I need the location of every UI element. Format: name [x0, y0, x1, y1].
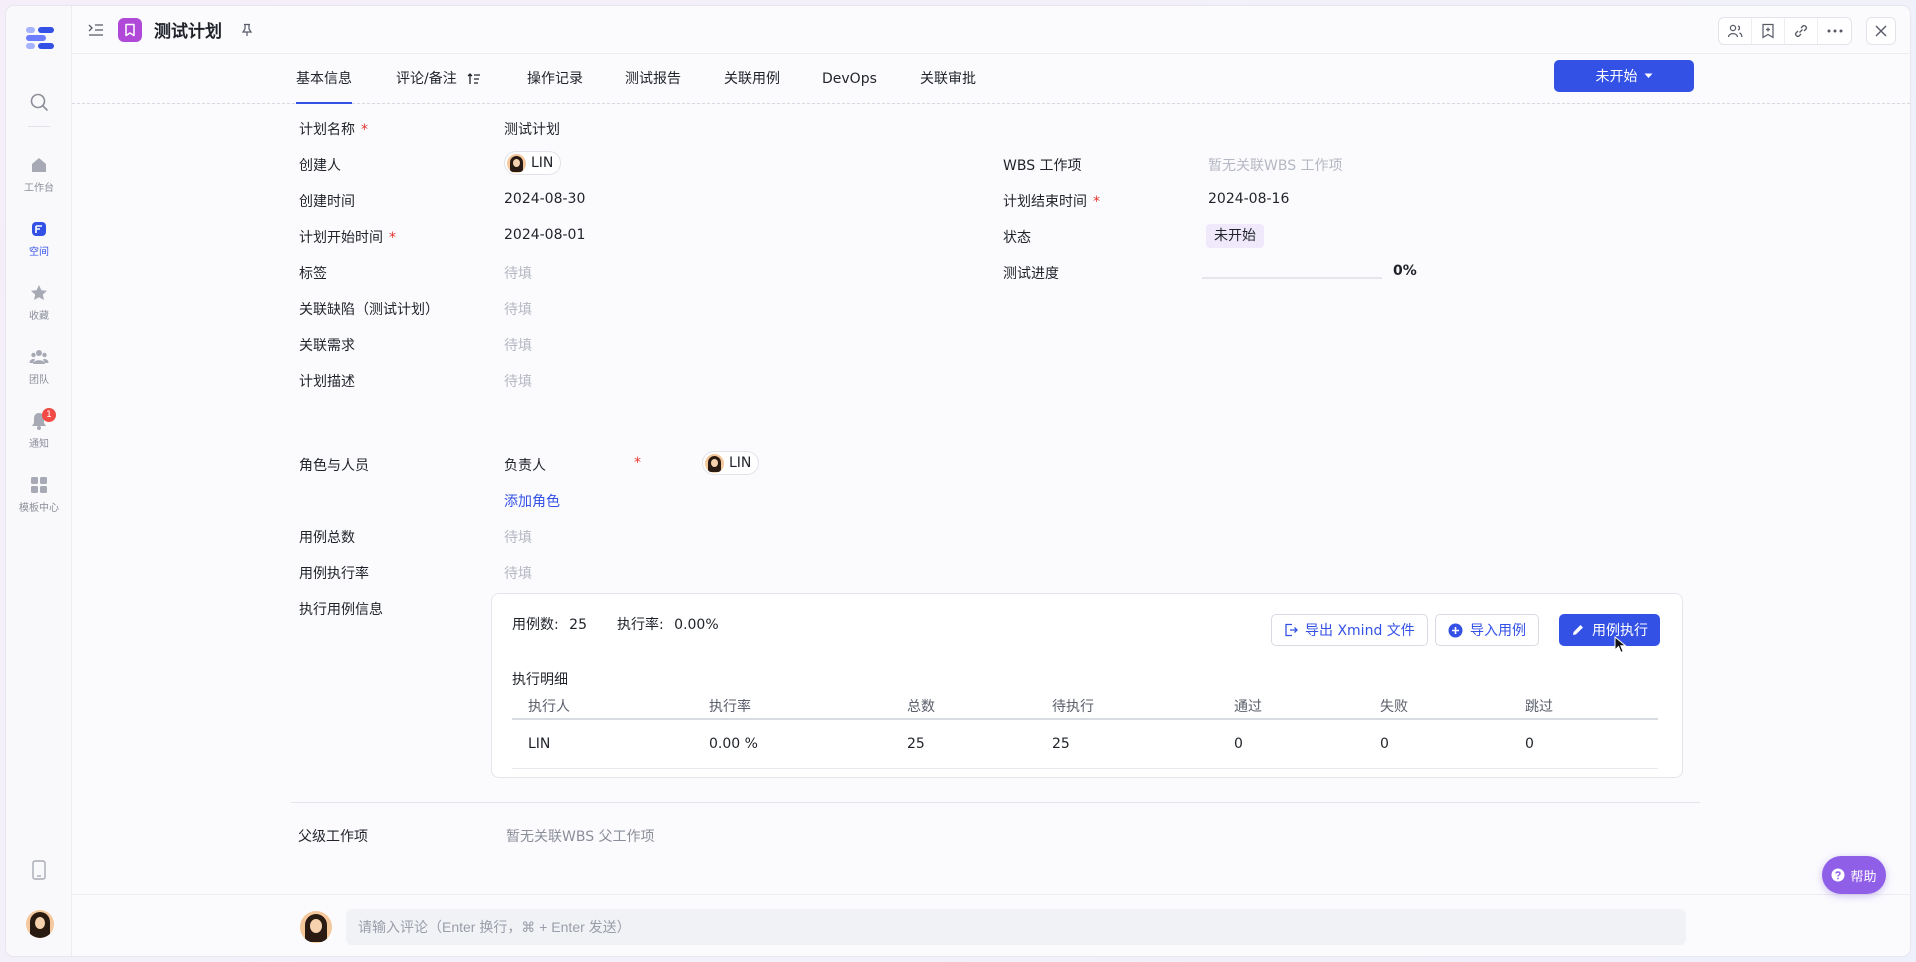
created-time-value: 2024-08-30 [504, 191, 586, 207]
parent-field[interactable]: 暂无关联WBS 父工作项 [506, 826, 655, 846]
field-label-creator: 创建人 [299, 158, 341, 174]
end-time-value[interactable]: 2024-08-16 [1208, 191, 1289, 207]
creator-chip[interactable]: LIN [504, 151, 562, 175]
plus-circle-icon [1448, 623, 1463, 637]
table-cell: LIN [528, 736, 551, 752]
export-icon [1285, 623, 1298, 637]
table-cell: 25 [1052, 736, 1070, 752]
import-cases-button[interactable]: 导入用例 [1435, 614, 1539, 646]
execution-info-card: 用例数: 25 执行率: 0.00% 导出 Xmind 文件 导入用例 用例执行… [491, 593, 1683, 778]
add-role-link[interactable]: 添加角色 [504, 491, 560, 511]
question-circle-icon [1831, 868, 1845, 882]
required-mark: * [634, 455, 641, 471]
wbs-field[interactable]: 暂无关联WBS 工作项 [1208, 155, 1343, 175]
section-divider [291, 802, 1700, 803]
field-label-end-time: 计划结束时间 * [1003, 194, 1100, 210]
field-label-progress: 测试进度 [1003, 266, 1059, 282]
avatar [300, 911, 332, 943]
field-label-case-total: 用例总数 [299, 530, 355, 546]
table-cell: 0 [1234, 736, 1243, 752]
field-label-case-rate: 用例执行率 [299, 566, 369, 582]
field-label-description: 计划描述 [299, 374, 355, 390]
column-header: 总数 [907, 699, 935, 715]
case-rate-field[interactable]: 待填 [504, 563, 532, 583]
table-cell: 25 [907, 736, 925, 752]
help-button[interactable]: 帮助 [1822, 856, 1886, 894]
field-label-start-time: 计划开始时间 * [299, 230, 396, 246]
column-header: 通过 [1234, 699, 1262, 715]
owner-chip[interactable]: LIN [702, 451, 760, 475]
field-label-roles: 角色与人员 [299, 458, 369, 474]
related-bugs-field[interactable]: 待填 [504, 299, 532, 319]
comment-input[interactable]: 请输入评论（Enter 换行，⌘ + Enter 发送） [346, 909, 1686, 945]
status-badge[interactable]: 未开始 [1206, 224, 1264, 248]
plan-name-value[interactable]: 测试计划 [504, 119, 560, 139]
table-cell: 0 [1380, 736, 1389, 752]
column-header: 待执行 [1052, 699, 1094, 715]
field-label-related-bugs: 关联缺陷（测试计划） [299, 302, 439, 318]
field-label-exec-info: 执行用例信息 [299, 602, 383, 618]
mouse-cursor-icon [1614, 636, 1627, 654]
execution-detail-title: 执行明细 [512, 672, 568, 688]
progress-bar [1202, 277, 1382, 279]
exec-rate-stat: 执行率: 0.00% [617, 617, 719, 633]
tags-field[interactable]: 待填 [504, 263, 532, 283]
detail-content: 计划名称 * 测试计划 创建人 LIN 创建时间 2024-08-30 计划开始时… [6, 6, 1910, 956]
export-xmind-button[interactable]: 导出 Xmind 文件 [1271, 614, 1428, 646]
description-field[interactable]: 待填 [504, 371, 532, 391]
related-reqs-field[interactable]: 待填 [504, 335, 532, 355]
execute-cases-button[interactable]: 用例执行 [1559, 614, 1660, 646]
table-row[interactable]: LIN 0.00 % 25 25 0 0 0 [512, 722, 1658, 769]
field-label-status: 状态 [1003, 230, 1031, 246]
column-header: 失败 [1380, 699, 1408, 715]
app-window: 工作台 空间 收藏 团队 1 通知 模板中心 测试计划 基本信息 评论/备注 操… [6, 6, 1910, 956]
avatar [507, 153, 526, 173]
column-header: 执行人 [528, 699, 570, 715]
field-label-related-reqs: 关联需求 [299, 338, 355, 354]
execution-table-header: 执行人 执行率 总数 待执行 通过 失败 跳过 [512, 690, 1658, 720]
case-count-stat: 用例数: 25 [512, 617, 587, 633]
table-cell: 0 [1525, 736, 1534, 752]
pencil-icon [1573, 625, 1583, 635]
field-label-wbs: WBS 工作项 [1003, 158, 1082, 174]
field-label-parent: 父级工作项 [298, 829, 368, 845]
field-label-created-time: 创建时间 [299, 194, 355, 210]
start-time-value[interactable]: 2024-08-01 [504, 227, 585, 243]
case-total-field[interactable]: 待填 [504, 527, 532, 547]
field-label-tags: 标签 [299, 266, 327, 282]
column-header: 跳过 [1525, 699, 1553, 715]
table-cell: 0.00 % [709, 736, 758, 752]
progress-value: 0% [1393, 263, 1417, 279]
comment-bar: 请输入评论（Enter 换行，⌘ + Enter 发送） [72, 894, 1910, 956]
column-header: 执行率 [709, 699, 751, 715]
field-label-plan-name: 计划名称 * [299, 122, 368, 138]
role-owner-label: 负责人 [504, 458, 546, 474]
avatar [705, 453, 724, 473]
